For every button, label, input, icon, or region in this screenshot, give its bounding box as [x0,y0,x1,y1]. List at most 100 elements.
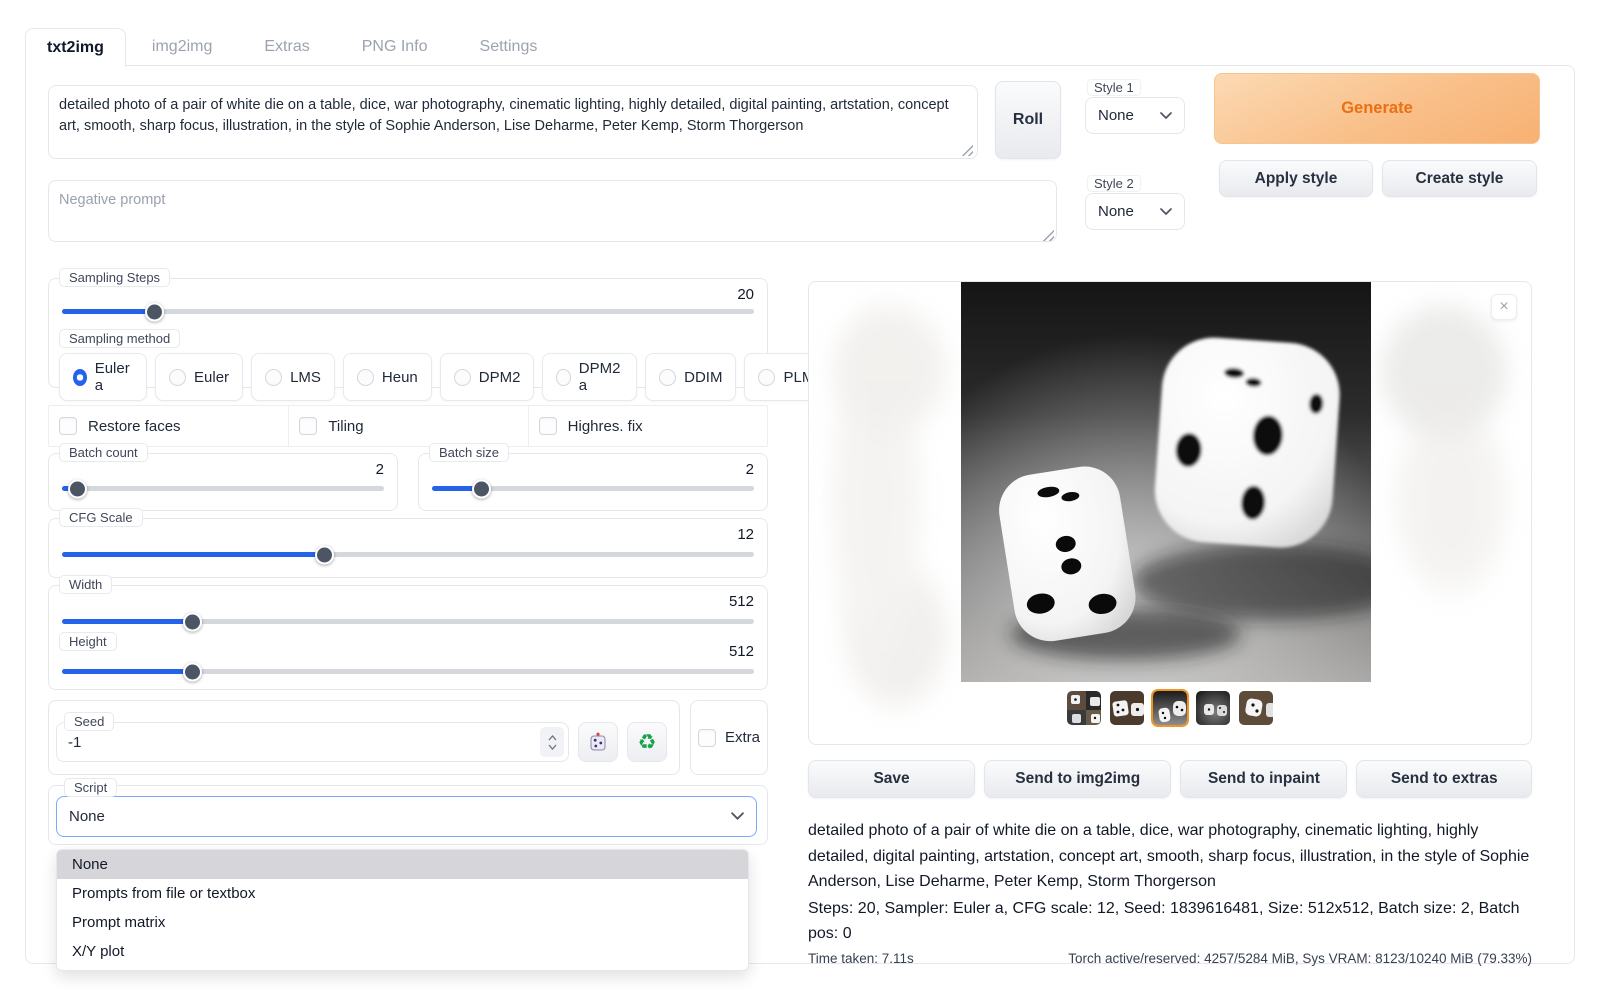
slider-thumb[interactable] [472,479,491,498]
checkbox-icon [698,729,716,747]
radio-ddim[interactable]: DDIM [645,353,736,401]
slider-thumb[interactable] [183,612,202,631]
chevron-down-icon [731,812,744,821]
dice-icon [587,731,609,753]
save-button[interactable]: Save [808,760,975,798]
batch-size-slider[interactable] [432,486,754,491]
sampling-steps-slider[interactable] [62,309,754,314]
radio-icon [454,369,471,386]
toggle-row: Restore faces Tiling Highres. fix [48,405,768,447]
radio-icon [73,369,87,386]
seed-input[interactable] [56,722,569,762]
slider-thumb[interactable] [315,545,334,564]
script-label: Script [64,778,117,797]
width-slider[interactable] [62,619,754,624]
script-value: None [69,808,105,825]
gallery-thumbnail-3-selected[interactable] [1151,689,1189,727]
tab-png-info[interactable]: PNG Info [336,28,454,66]
sampling-steps-value: 20 [737,286,754,303]
prompt-input[interactable]: detailed photo of a pair of white die on… [48,85,978,159]
radio-label: Euler a [95,360,133,394]
reuse-seed-button[interactable]: ♻ [627,722,667,762]
random-seed-button[interactable] [578,722,618,762]
tab-settings[interactable]: Settings [454,28,564,66]
radio-icon [265,369,282,386]
negative-prompt-input[interactable] [48,180,1057,242]
gallery-thumbnail-4[interactable] [1194,689,1232,727]
radio-label: Euler [194,369,229,386]
sampling-block: Sampling Steps 20 Sampling method Euler … [48,278,768,388]
gallery-thumbnail-1[interactable] [1065,689,1103,727]
script-option-prompts-from-file[interactable]: Prompts from file or textbox [57,879,748,908]
seed-stepper[interactable] [540,727,564,757]
height-slider[interactable] [62,669,754,674]
slider-thumb[interactable] [183,662,202,681]
script-option-xy-plot[interactable]: X/Y plot [57,937,748,966]
stepper-down-icon [548,744,557,750]
seed-label: Seed [64,712,114,731]
seed-row: Seed ♻ [48,700,768,775]
output-column: × Save Send to img2img Send to inpaint S… [808,281,1532,966]
height-value: 512 [729,643,754,660]
slider-thumb[interactable] [68,479,87,498]
style1-select[interactable]: None [1085,97,1185,134]
extra-seed-checkbox[interactable]: Extra [690,700,768,775]
roll-button[interactable]: Roll [995,81,1061,159]
tab-txt2img[interactable]: txt2img [25,28,126,67]
cfg-scale-label: CFG Scale [59,508,143,527]
create-style-button[interactable]: Create style [1382,160,1537,197]
chevron-down-icon [1160,208,1172,216]
time-taken-text: Time taken: 7.11s [808,951,914,966]
apply-style-button[interactable]: Apply style [1219,160,1373,197]
radio-label: LMS [290,369,321,386]
style2-label: Style 2 [1087,175,1141,192]
tiling-checkbox[interactable]: Tiling [288,406,527,446]
output-prompt-text: detailed photo of a pair of white die on… [808,818,1532,895]
batch-count-value: 2 [376,461,384,478]
script-option-none[interactable]: None [57,850,748,879]
batch-count-label: Batch count [59,443,148,462]
close-icon: × [1499,298,1508,316]
send-to-extras-button[interactable]: Send to extras [1356,760,1532,798]
script-select[interactable]: None [56,796,757,837]
width-value: 512 [729,593,754,610]
restore-faces-checkbox[interactable]: Restore faces [49,406,288,446]
height-label: Height [59,632,117,651]
radio-dpm2-a[interactable]: DPM2 a [542,353,637,401]
close-gallery-button[interactable]: × [1491,294,1517,320]
script-block: Script None None Prompts from file or te… [48,785,768,845]
thumbnail-strip [809,689,1531,727]
style1-label: Style 1 [1087,79,1141,96]
script-option-prompt-matrix[interactable]: Prompt matrix [57,908,748,937]
batch-count-slider[interactable] [62,486,384,491]
cfg-scale-slider[interactable] [62,552,754,557]
checkbox-icon [299,417,317,435]
radio-euler[interactable]: Euler [155,353,243,401]
tab-extras[interactable]: Extras [238,28,335,66]
extra-label: Extra [725,729,760,746]
sampling-method-label: Sampling method [59,329,180,348]
batch-size-value: 2 [746,461,754,478]
batch-size-block: Batch size 2 [418,453,768,511]
radio-lms[interactable]: LMS [251,353,335,401]
radio-icon [357,369,374,386]
send-to-img2img-button[interactable]: Send to img2img [984,760,1171,798]
tab-img2img[interactable]: img2img [126,28,238,66]
dimensions-block: Width 512 Height 512 [48,585,768,690]
cfg-scale-value: 12 [737,526,754,543]
generate-button[interactable]: Generate [1214,73,1540,144]
generated-image-dice[interactable] [961,282,1371,682]
cfg-scale-block: CFG Scale 12 [48,518,768,578]
radio-euler-a[interactable]: Euler a [59,353,147,401]
gallery-actions: Save Send to img2img Send to inpaint Sen… [808,760,1532,798]
radio-dpm2[interactable]: DPM2 [440,353,535,401]
send-to-inpaint-button[interactable]: Send to inpaint [1180,760,1347,798]
radio-heun[interactable]: Heun [343,353,432,401]
gallery-thumbnail-5[interactable] [1237,689,1275,727]
highres-fix-checkbox[interactable]: Highres. fix [528,406,767,446]
slider-thumb[interactable] [145,302,164,321]
gallery-ghost-right [1369,292,1519,612]
style2-select[interactable]: None [1085,193,1185,230]
seed-input-wrap [56,722,569,774]
gallery-thumbnail-2[interactable] [1108,689,1146,727]
